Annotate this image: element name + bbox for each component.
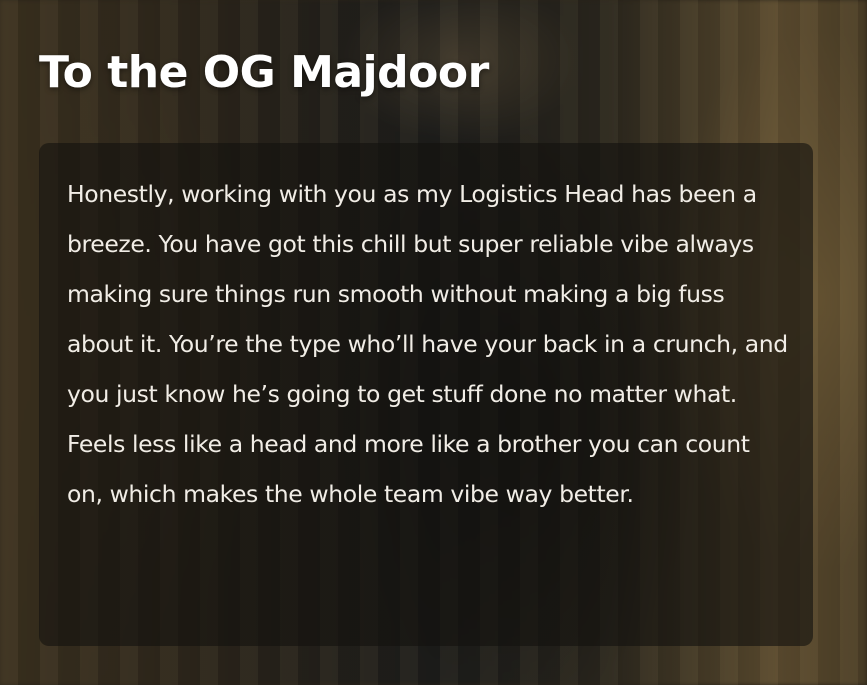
- page-title: To the OG Majdoor: [39, 47, 489, 98]
- message-card: Honestly, working with you as my Logisti…: [39, 143, 813, 646]
- message-text: Honestly, working with you as my Logisti…: [67, 180, 788, 508]
